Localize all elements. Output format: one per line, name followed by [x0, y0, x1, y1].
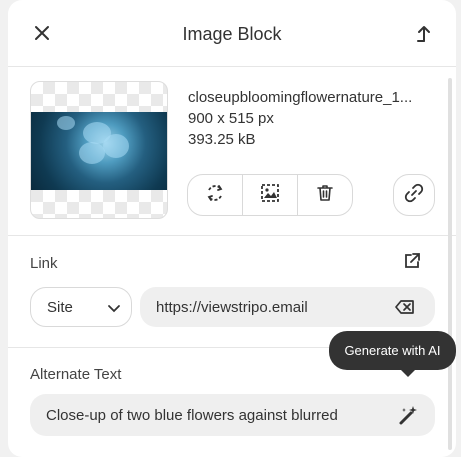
external-link-icon[interactable]: [402, 251, 422, 271]
image-section: closeupbloomingflowernature_1... 900 x 5…: [8, 67, 456, 236]
link-type-value: Site: [47, 299, 73, 316]
delete-image-button[interactable]: [298, 175, 352, 215]
replace-icon: [204, 182, 226, 209]
flower-photo: [31, 112, 167, 190]
link-icon: [403, 182, 425, 209]
generate-ai-tooltip: Generate with AI: [329, 331, 456, 377]
link-label: Link: [30, 255, 58, 272]
scrollbar[interactable]: [448, 78, 452, 450]
image-block-panel: Image Block closeupbloomingflowernature_…: [8, 0, 456, 457]
edit-image-icon: [259, 182, 281, 209]
panel-title: Image Block: [182, 24, 282, 44]
magic-wand-icon[interactable]: [396, 404, 420, 426]
alt-text-input[interactable]: [46, 394, 386, 436]
alt-text-box: [30, 394, 435, 436]
link-url-box: [140, 287, 435, 327]
image-dimensions: 900 x 515 px: [188, 110, 274, 127]
image-filename: closeupbloomingflowernature_1...: [188, 89, 413, 106]
image-size: 393.25 kB: [188, 131, 256, 148]
image-thumbnail[interactable]: [30, 81, 168, 219]
link-url-input[interactable]: [156, 287, 376, 327]
replace-image-button[interactable]: [188, 175, 243, 215]
delete-icon: [315, 183, 335, 208]
panel-header: Image Block: [8, 0, 456, 67]
alt-text-label: Alternate Text: [30, 366, 122, 383]
link-image-button[interactable]: [393, 174, 435, 216]
export-arrow-icon[interactable]: [413, 23, 435, 45]
clear-input-icon[interactable]: [394, 297, 416, 317]
image-meta: closeupbloomingflowernature_1... 900 x 5…: [188, 87, 436, 150]
image-tools: [187, 174, 353, 216]
chevron-down-icon: [107, 302, 121, 320]
edit-image-button[interactable]: [243, 175, 298, 215]
link-type-select[interactable]: Site: [30, 287, 132, 327]
